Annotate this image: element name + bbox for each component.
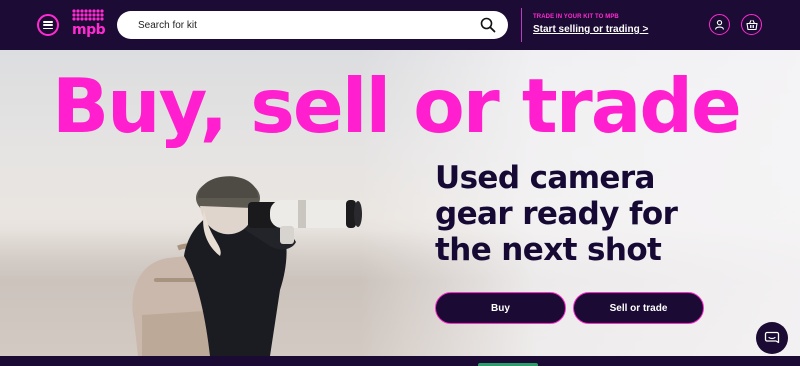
photographer-image [132, 176, 362, 356]
search-bar[interactable] [117, 11, 508, 39]
sell-or-trade-button[interactable]: Sell or trade [573, 292, 704, 324]
account-button[interactable] [709, 14, 730, 35]
basket-icon [745, 19, 758, 30]
logo-text: mpb [72, 22, 106, 38]
chat-icon [764, 331, 780, 344]
header-divider [521, 8, 522, 42]
hero-headline: Buy, sell or trade [52, 62, 742, 150]
search-input[interactable] [138, 11, 468, 39]
hero-subhead: Used camera gear ready for the next shot [435, 160, 678, 268]
footer-strip [0, 356, 800, 366]
user-account-icon [715, 20, 724, 30]
buy-button[interactable]: Buy [435, 292, 566, 324]
start-selling-link[interactable]: Start selling or trading > [533, 24, 648, 35]
search-icon[interactable] [480, 17, 496, 33]
site-header: mpb TRADE IN YOUR KIT TO MPB Start selli… [0, 0, 800, 50]
menu-button[interactable] [37, 14, 59, 36]
basket-button[interactable] [741, 14, 762, 35]
hamburger-menu-icon [43, 21, 53, 29]
mpb-logo[interactable]: mpb [72, 9, 106, 39]
trade-eyebrow: TRADE IN YOUR KIT TO MPB [533, 14, 619, 20]
chat-button[interactable] [756, 322, 788, 354]
hero-banner: Buy, sell or trade Used camera gear read… [0, 50, 800, 356]
logo-dots-icon [72, 9, 104, 21]
